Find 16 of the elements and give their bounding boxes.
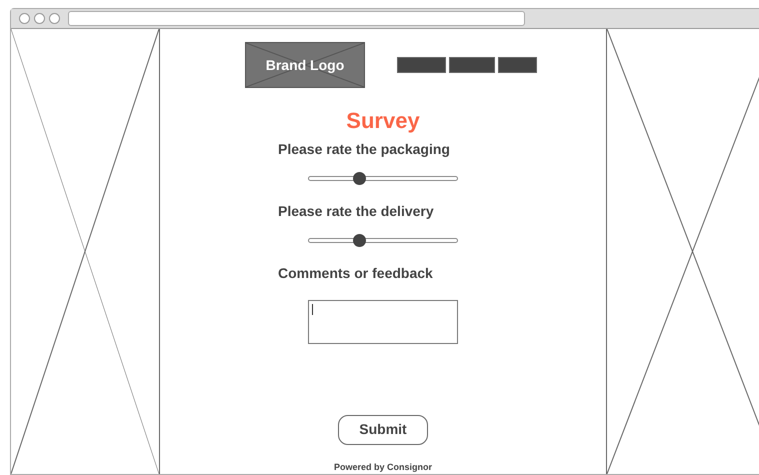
question-label: Please rate the packaging	[278, 140, 450, 159]
comments-field[interactable]	[308, 300, 458, 344]
slider-thumb[interactable]	[353, 172, 366, 184]
window-control-icon[interactable]	[34, 13, 45, 24]
question-label: Please rate the delivery	[278, 202, 434, 221]
brand-logo: Brand Logo	[245, 42, 365, 88]
question-label: Comments or feedback	[278, 264, 433, 282]
slider-thumb[interactable]	[353, 234, 366, 246]
nav-item[interactable]	[449, 57, 495, 74]
submit-button[interactable]: Submit	[338, 414, 428, 444]
nav-item[interactable]	[397, 57, 446, 74]
nav-item[interactable]	[498, 57, 537, 74]
window-control-icon[interactable]	[19, 13, 30, 24]
window-control-icon[interactable]	[49, 13, 60, 24]
survey-title: Survey	[345, 108, 421, 134]
powered-by-text: Powered by Consignor	[334, 460, 432, 474]
